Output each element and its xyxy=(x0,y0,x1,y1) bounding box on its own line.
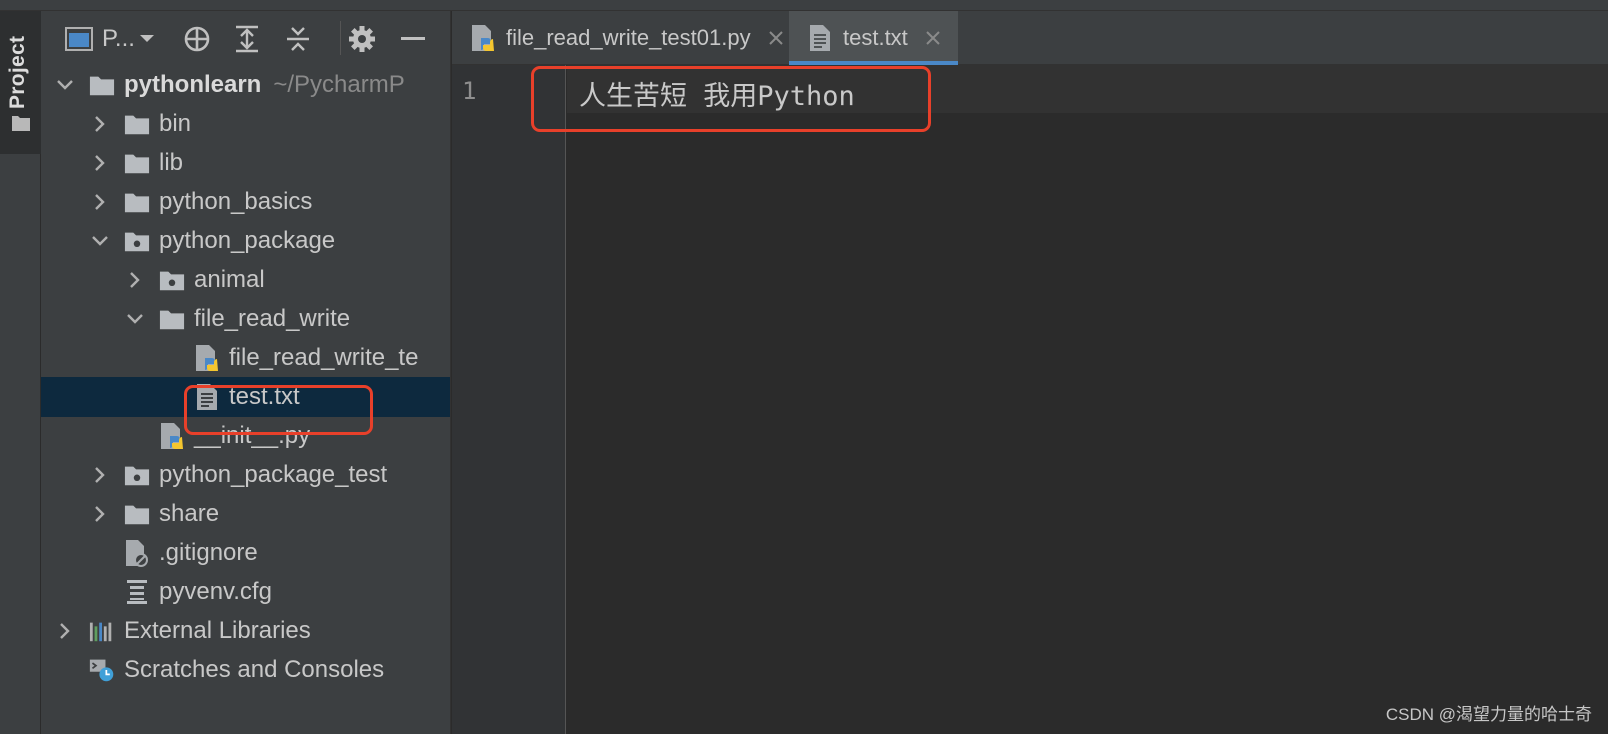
chevron-down-icon[interactable] xyxy=(90,231,110,251)
package-folder-icon xyxy=(124,228,150,254)
scratches-icon xyxy=(89,657,115,683)
tree-item-external-libraries[interactable]: External Libraries xyxy=(41,611,450,651)
expand-all-button[interactable] xyxy=(230,24,264,54)
editor-text-area[interactable]: 人生苦短 我用Python xyxy=(567,65,1608,734)
project-tool-tab[interactable]: Project xyxy=(0,11,41,154)
tab-label: file_read_write_test01.py xyxy=(506,25,751,50)
annotation-highlight-content xyxy=(531,66,931,132)
minimize-icon xyxy=(401,37,425,40)
folder-icon xyxy=(159,306,185,332)
gear-icon xyxy=(349,26,375,52)
collapse-all-button[interactable] xyxy=(281,24,315,54)
package-folder-icon xyxy=(124,462,150,488)
editor-gutter: 1 xyxy=(452,65,566,734)
chevron-right-icon[interactable] xyxy=(90,114,110,134)
libraries-icon xyxy=(89,618,115,644)
tree-item-label: file_read_write xyxy=(194,305,351,332)
tree-item-python-basics[interactable]: python_basics xyxy=(41,182,450,222)
tree-item-share[interactable]: share xyxy=(41,494,450,534)
folder-icon xyxy=(12,116,30,131)
settings-button[interactable] xyxy=(345,24,379,54)
chevron-right-icon[interactable] xyxy=(90,153,110,173)
folder-icon xyxy=(124,111,150,137)
annotation-highlight-file xyxy=(184,385,373,435)
tree-item-label: lib xyxy=(159,149,184,176)
folder-icon xyxy=(124,501,150,527)
view-selector[interactable]: P... xyxy=(65,24,161,54)
close-icon[interactable] xyxy=(767,29,785,47)
folder-icon xyxy=(124,189,150,215)
tree-item-pythonlearn[interactable]: pythonlearn ~/PycharmP xyxy=(41,65,450,105)
tree-item-lib[interactable]: lib xyxy=(41,143,450,183)
close-icon[interactable] xyxy=(924,29,942,47)
title-bar-edge xyxy=(0,0,1608,11)
chevron-right-icon[interactable] xyxy=(90,504,110,524)
folder-icon xyxy=(124,150,150,176)
folder-icon xyxy=(89,72,115,98)
tab-file-read-write-test01[interactable]: file_read_write_test01.py xyxy=(452,11,789,65)
tree-item-file-read-write[interactable]: file_read_write xyxy=(41,299,450,339)
tree-item-label: python_package_test xyxy=(159,461,388,488)
tool-window-strip: Project xyxy=(0,11,41,734)
python-file-icon xyxy=(159,423,185,449)
tree-item-python-package[interactable]: python_package xyxy=(41,221,450,261)
collapse-all-icon xyxy=(287,27,309,51)
python-file-icon xyxy=(194,345,220,371)
chevron-down-icon[interactable] xyxy=(125,309,145,329)
hide-panel-button[interactable] xyxy=(396,24,430,54)
watermark-text: CSDN @渴望力量的哈士奇 xyxy=(1385,705,1592,724)
toolbar-separator xyxy=(340,21,341,55)
tree-item-file-read-write-test01[interactable]: file_read_write_te xyxy=(41,338,450,378)
tree-item-label: bin xyxy=(159,110,192,137)
tree-item-label: share xyxy=(159,500,220,527)
locate-file-button[interactable] xyxy=(180,24,214,54)
tree-item-python-package-test[interactable]: python_package_test xyxy=(41,455,450,495)
crosshair-icon xyxy=(184,26,210,52)
project-panel: P... pythonlearn ~/PycharmP bin lib pyth… xyxy=(41,11,451,734)
tree-item-gitignore[interactable]: .gitignore xyxy=(41,533,450,573)
tree-item-animal[interactable]: animal xyxy=(41,260,450,300)
config-file-icon xyxy=(124,579,150,605)
tree-item-label: pythonlearn xyxy=(124,71,262,98)
view-selector-label: P... xyxy=(102,25,135,52)
tree-item-label: python_basics xyxy=(159,188,313,215)
editor-tab-bar: file_read_write_test01.py test.txt xyxy=(452,11,1608,65)
chevron-right-icon[interactable] xyxy=(55,621,75,641)
text-file-icon xyxy=(807,25,833,51)
tree-item-pyvenv-cfg[interactable]: pyvenv.cfg xyxy=(41,572,450,612)
expand-all-icon xyxy=(236,25,258,53)
python-file-icon xyxy=(470,25,496,51)
gitignore-file-icon xyxy=(124,540,150,567)
tab-label: test.txt xyxy=(843,25,908,50)
project-tool-tab-label: Project xyxy=(6,35,29,109)
chevron-down-icon[interactable] xyxy=(55,75,75,95)
tree-item-scratches[interactable]: Scratches and Consoles xyxy=(41,650,450,690)
chevron-right-icon[interactable] xyxy=(125,270,145,290)
tree-item-bin[interactable]: bin xyxy=(41,104,450,144)
tab-test-txt[interactable]: test.txt xyxy=(789,11,958,65)
chevron-down-icon xyxy=(139,35,154,42)
tree-item-path: ~/PycharmP xyxy=(273,71,405,98)
line-number: 1 xyxy=(462,77,477,105)
window-icon xyxy=(65,27,93,51)
tree-item-label: python_package xyxy=(159,227,336,254)
tree-item-label: file_read_write_te xyxy=(229,344,419,371)
tree-item-label: .gitignore xyxy=(159,539,258,566)
package-folder-icon xyxy=(159,267,185,293)
project-toolbar: P... xyxy=(41,11,450,65)
chevron-right-icon[interactable] xyxy=(90,192,110,212)
tree-item-label: External Libraries xyxy=(124,617,311,644)
chevron-right-icon[interactable] xyxy=(90,465,110,485)
tree-item-label: Scratches and Consoles xyxy=(124,656,385,683)
tree-item-label: pyvenv.cfg xyxy=(159,578,272,605)
tree-item-label: animal xyxy=(194,266,265,293)
